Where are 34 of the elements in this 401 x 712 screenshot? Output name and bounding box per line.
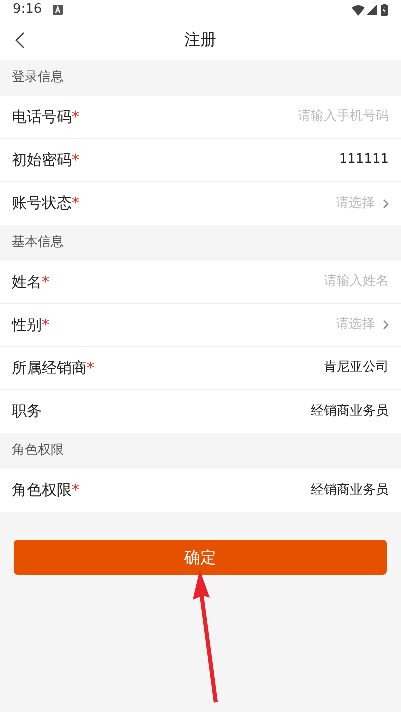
back-icon[interactable]: [15, 32, 25, 49]
status-time: 9:16: [13, 1, 42, 20]
page-title: 注册: [184, 29, 216, 51]
required-mark: *: [87, 358, 94, 379]
section-header: 角色权限: [12, 442, 64, 460]
field-value: 肯尼亚公司: [324, 359, 389, 378]
required-mark: *: [42, 272, 50, 293]
chevron-icon: [383, 198, 389, 208]
field-label: 职务: [12, 401, 42, 422]
required-mark: *: [72, 193, 80, 214]
section-header: 基本信息: [12, 234, 64, 252]
signal-icon: [367, 5, 377, 15]
chevron-icon: [383, 320, 389, 330]
required-mark: *: [72, 106, 80, 128]
field-value: 111111: [339, 151, 389, 170]
field-value: 经销商业务员: [311, 402, 389, 421]
field-label: 电话号码: [12, 106, 72, 128]
select-field[interactable]: 请选择: [336, 315, 389, 335]
field-label: 姓名: [12, 272, 42, 293]
required-mark: *: [72, 150, 80, 171]
select-field[interactable]: 请选择: [336, 194, 389, 214]
field-label: 所属经销商: [12, 358, 87, 379]
field-label: 角色权限: [12, 480, 72, 502]
required-mark: *: [42, 314, 50, 336]
required-mark: *: [72, 480, 80, 502]
battery-icon: [381, 4, 388, 16]
field-value: 经销商业务员: [311, 482, 389, 500]
notification-icon: [53, 5, 64, 15]
wifi-icon: [352, 4, 365, 16]
field-label: 账号状态: [12, 193, 72, 214]
field-label: 初始密码: [12, 150, 72, 171]
field-label: 性别: [12, 314, 42, 336]
section-header: 登录信息: [12, 69, 64, 88]
confirm-button[interactable]: 确定: [14, 540, 387, 575]
